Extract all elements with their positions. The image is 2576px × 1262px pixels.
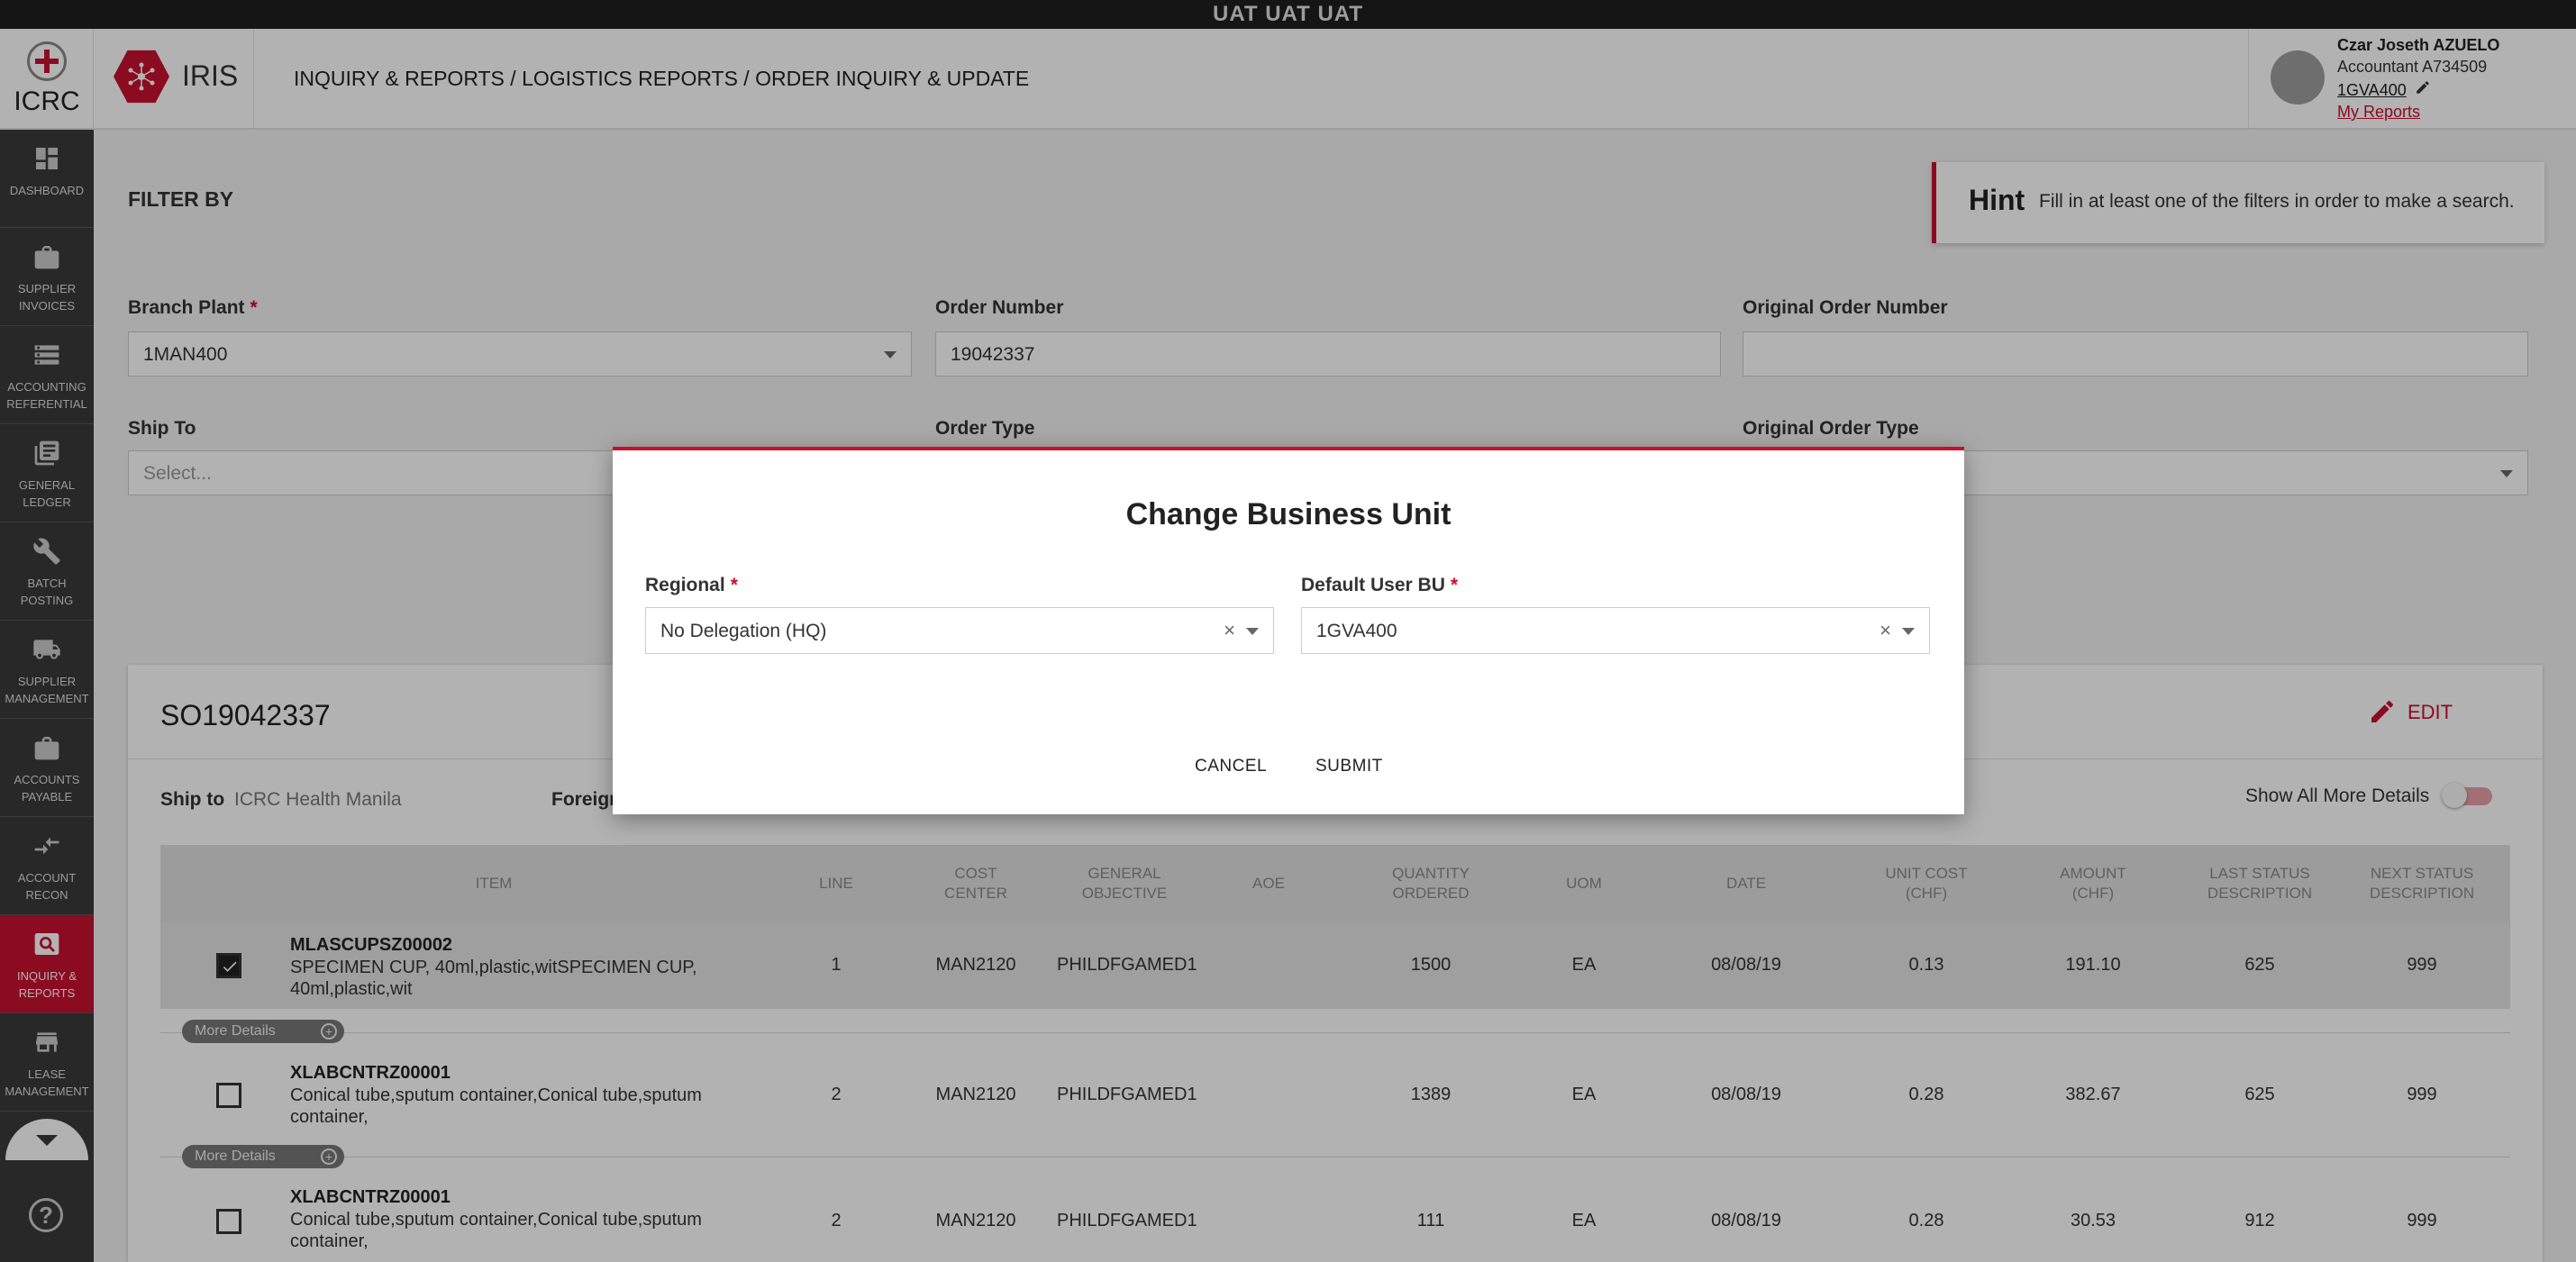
default-user-bu-label: Default User BU * bbox=[1301, 575, 1459, 595]
submit-button[interactable]: SUBMIT bbox=[1315, 757, 1383, 776]
dialog-title: Change Business Unit bbox=[1125, 497, 1452, 531]
cancel-button[interactable]: CANCEL bbox=[1195, 757, 1267, 776]
clear-icon[interactable]: × bbox=[1880, 619, 1891, 642]
clear-icon[interactable]: × bbox=[1224, 619, 1235, 642]
default-user-bu-select[interactable]: 1GVA400 × bbox=[1301, 607, 1930, 654]
chevron-down-icon[interactable] bbox=[1246, 628, 1259, 635]
change-business-unit-dialog: Change Business Unit Regional * No Delega… bbox=[613, 447, 1964, 814]
chevron-down-icon[interactable] bbox=[1902, 628, 1915, 635]
regional-label: Regional * bbox=[645, 575, 738, 595]
regional-select[interactable]: No Delegation (HQ) × bbox=[645, 607, 1274, 654]
